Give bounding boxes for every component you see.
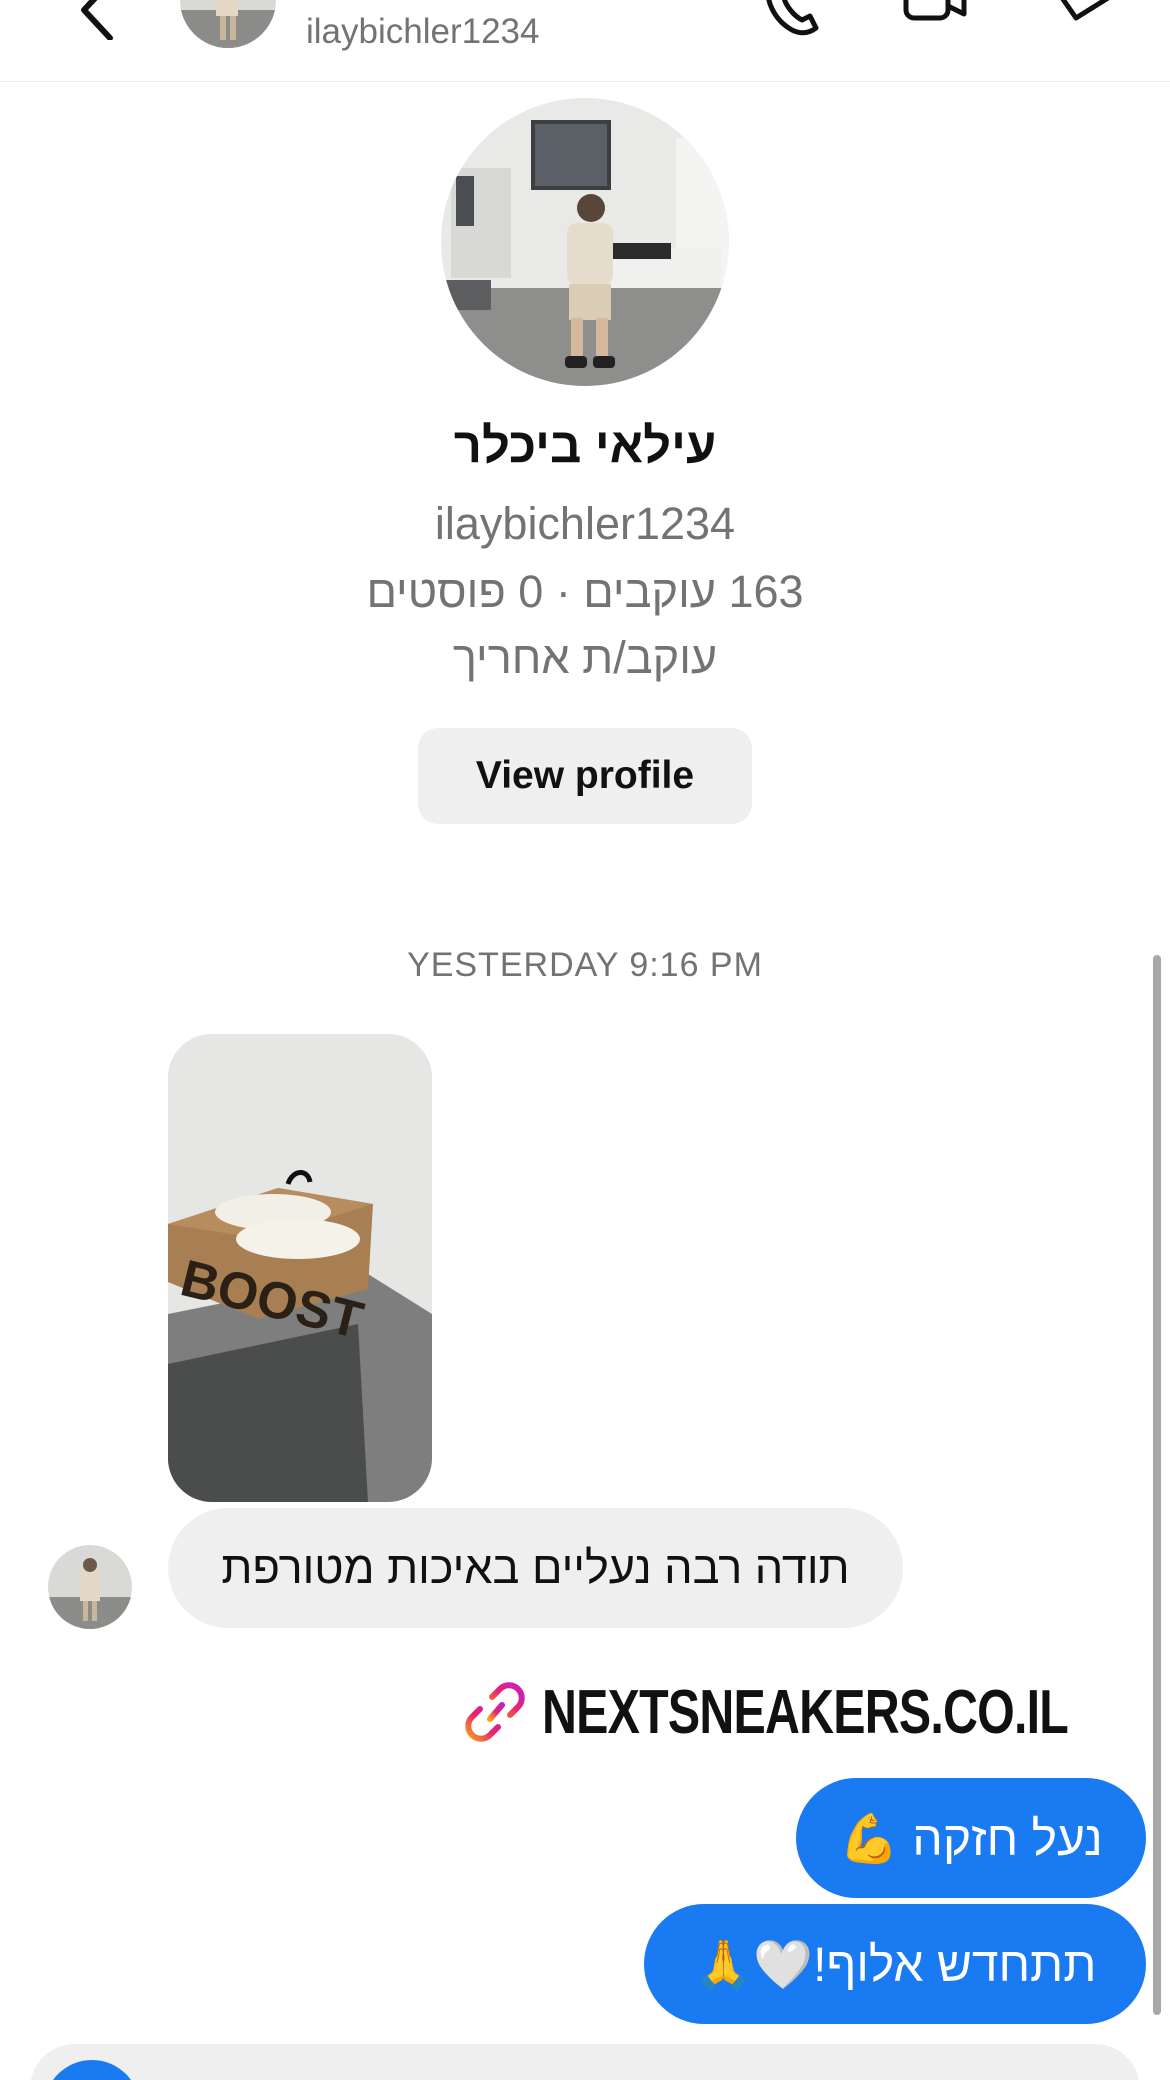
chevron-left-icon[interactable] — [62, 0, 122, 40]
header-avatar[interactable] — [180, 0, 276, 48]
follow-status: עוקב/ת אחריך — [452, 632, 718, 683]
message-timestamp: YESTERDAY 9:16 PM — [407, 946, 763, 984]
profile-picture[interactable] — [441, 98, 729, 386]
phone-icon[interactable] — [760, 0, 830, 38]
message-composer[interactable] — [30, 2044, 1140, 2080]
profile-stats: 163 עוקבים · 0 פוסטים — [366, 566, 804, 617]
video-camera-icon[interactable] — [900, 0, 970, 38]
link-text[interactable]: NEXTSNEAKERS.CO.IL — [542, 1677, 1069, 1748]
link-icon — [465, 1682, 525, 1742]
tag-icon[interactable] — [1050, 0, 1120, 38]
incoming-message-bubble[interactable]: תודה רבה נעליים באיכות מטורפת — [168, 1508, 903, 1628]
header-username[interactable]: ilaybichler1234 — [306, 12, 539, 52]
view-profile-button[interactable]: View profile — [418, 728, 752, 824]
scrollbar[interactable] — [1153, 955, 1161, 2015]
profile-username: ilaybichler1234 — [434, 498, 736, 549]
display-name: עילאי ביכלר — [453, 419, 717, 473]
link-sticker[interactable]: NEXTSNEAKERS.CO.IL — [462, 1670, 1170, 1754]
outgoing-message-bubble[interactable]: תתחדש אלוף!🤍🙏 — [644, 1904, 1146, 2024]
message-photo[interactable]: BOOST — [168, 1034, 432, 1502]
outgoing-message-bubble[interactable]: נעל חזקה 💪 — [796, 1778, 1146, 1898]
sender-avatar[interactable] — [48, 1545, 132, 1629]
chat-header: ilaybichler1234 — [0, 0, 1170, 82]
